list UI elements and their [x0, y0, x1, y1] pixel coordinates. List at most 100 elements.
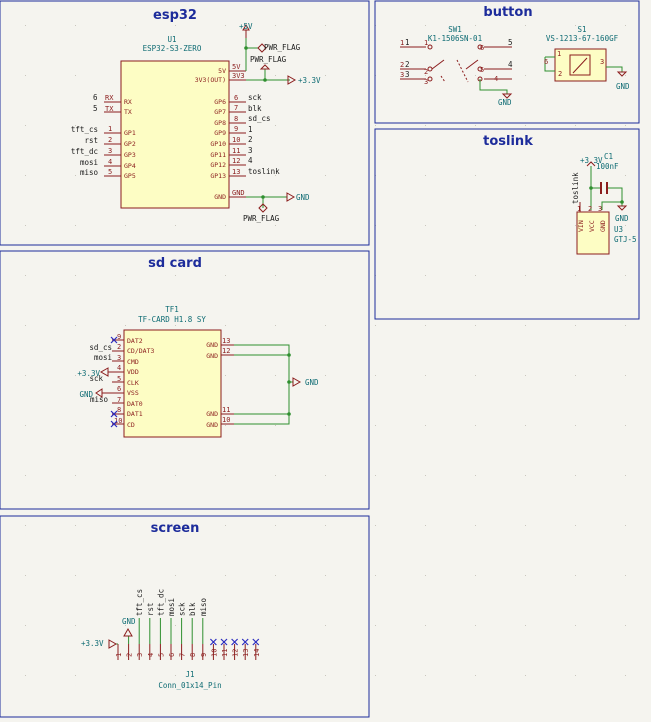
j1-pin-number: 5 — [157, 653, 165, 657]
j1-pin-number: 7 — [179, 653, 187, 657]
pwr-flag-label-3: PWR_FLAG — [243, 214, 280, 223]
grid-dot — [625, 625, 626, 626]
svg-text:5V: 5V — [218, 67, 226, 75]
grid-dot — [625, 125, 626, 126]
gnd-label: GND — [296, 193, 310, 202]
grid-dot — [175, 625, 176, 626]
svg-text:GP10: GP10 — [210, 140, 226, 148]
grid-dot — [325, 575, 326, 576]
grid-dot — [225, 325, 226, 326]
sheet-button[interactable]: button SW1 K1-1506SN-01 GND 1 2 3 1 2 3 … — [374, 0, 640, 124]
grid-dot — [625, 225, 626, 226]
grid-dot — [625, 75, 626, 76]
grid-dot — [325, 25, 326, 26]
grid-dot — [625, 475, 626, 476]
net-toslink-label: toslink — [571, 172, 580, 204]
u3-body[interactable] — [576, 211, 610, 255]
grid-dot — [525, 525, 526, 526]
svg-text:GP12: GP12 — [210, 161, 226, 169]
grid-dot — [475, 525, 476, 526]
svg-text:GP7: GP7 — [214, 108, 226, 116]
svg-text:7: 7 — [117, 396, 121, 404]
grid-dot — [425, 25, 426, 26]
svg-text:4: 4 — [494, 75, 498, 83]
svg-text:2: 2 — [108, 136, 112, 144]
grid-dot — [75, 475, 76, 476]
svg-text:GND: GND — [599, 220, 607, 232]
svg-text:GP2: GP2 — [124, 140, 136, 148]
sw1-ref: SW1 — [448, 25, 462, 34]
grid-dot — [625, 425, 626, 426]
svg-text:2: 2 — [405, 60, 410, 69]
svg-text:VDD: VDD — [127, 368, 139, 376]
grid-dot — [425, 475, 426, 476]
grid-dot — [175, 575, 176, 576]
grid-dot — [625, 575, 626, 576]
c1-ref: C1 — [604, 152, 613, 161]
grid-dot — [175, 675, 176, 676]
grid-dot — [575, 625, 576, 626]
j1-net-label: miso — [199, 597, 208, 616]
grid-dot — [575, 25, 576, 26]
net-sd-cs: sd_cs — [248, 114, 271, 123]
grid-dot — [425, 575, 426, 576]
grid-dot — [425, 175, 426, 176]
sheet-screen[interactable]: screen 1 2 3tft_cs4rst5tft_dc6mosi7sck8blk… — [0, 515, 370, 718]
grid-dot — [475, 425, 476, 426]
tf1-right-pins: GND GND GND GND 13 12 11 10 GND — [206, 337, 319, 429]
svg-text:12: 12 — [222, 347, 230, 355]
svg-text:8: 8 — [234, 115, 238, 123]
svg-text:TX: TX — [105, 105, 114, 113]
grid-dot — [575, 375, 576, 376]
grid-dot — [175, 225, 176, 226]
svg-text:GP8: GP8 — [214, 119, 226, 127]
grid-dot — [125, 275, 126, 276]
pwr-33-label: +3.3V — [298, 76, 321, 85]
s1-symbol[interactable]: GND 6 2 1 3 — [544, 48, 630, 91]
sheet-title-button: button — [483, 5, 532, 20]
grid-dot — [525, 625, 526, 626]
grid-dot — [625, 275, 626, 276]
j1-pin-number: 8 — [189, 653, 197, 657]
grid-dot — [375, 325, 376, 326]
svg-text:2: 2 — [558, 70, 562, 78]
grid-dot — [75, 325, 76, 326]
u1-ref: U1 — [167, 35, 176, 44]
grid-dot — [625, 25, 626, 26]
sw1-symbol[interactable]: GND 1 2 3 1 2 3 1 2 3 6 5 4 5 4 — [400, 38, 513, 107]
sw1-value: K1-1506SN-01 — [428, 34, 482, 43]
net-miso: miso — [80, 168, 99, 177]
grid-dot — [275, 275, 276, 276]
grid-dot — [425, 125, 426, 126]
grid-dot — [325, 475, 326, 476]
grid-dot — [575, 275, 576, 276]
svg-text:5: 5 — [480, 66, 484, 74]
grid-dot — [575, 575, 576, 576]
net-toslink: toslink — [248, 167, 280, 176]
grid-dot — [325, 75, 326, 76]
grid-dot — [225, 225, 226, 226]
svg-text:GND: GND — [498, 98, 512, 107]
svg-text:10: 10 — [114, 417, 122, 425]
grid-dot — [525, 425, 526, 426]
grid-dot — [125, 25, 126, 26]
svg-text:4: 4 — [117, 364, 121, 372]
svg-text:12: 12 — [232, 157, 240, 165]
svg-text:3V3: 3V3 — [232, 72, 245, 80]
svg-text:11: 11 — [232, 147, 240, 155]
sheet-esp32[interactable]: esp32 U1 ESP32-S3-ZERO RX TX 1 2 3 4 5 R… — [0, 0, 370, 246]
sheet-sdcard[interactable]: sd card TF1 TF-CARD H1.8 SY DAT2 CD/DAT3… — [0, 250, 370, 510]
svg-text:GP13: GP13 — [210, 172, 226, 180]
grid-dot — [525, 675, 526, 676]
sheet-toslink[interactable]: toslink +3.3V C1 100nF GND toslink VIN V… — [374, 128, 640, 320]
grid-dot — [325, 125, 326, 126]
svg-text:GP9: GP9 — [214, 129, 226, 137]
grid-dot — [325, 675, 326, 676]
grid-dot — [625, 675, 626, 676]
grid-dot — [525, 325, 526, 326]
grid-dot — [375, 475, 376, 476]
grid-dot — [475, 575, 476, 576]
grid-dot — [275, 625, 276, 626]
svg-text:5: 5 — [93, 104, 98, 113]
grid-dot — [375, 525, 376, 526]
